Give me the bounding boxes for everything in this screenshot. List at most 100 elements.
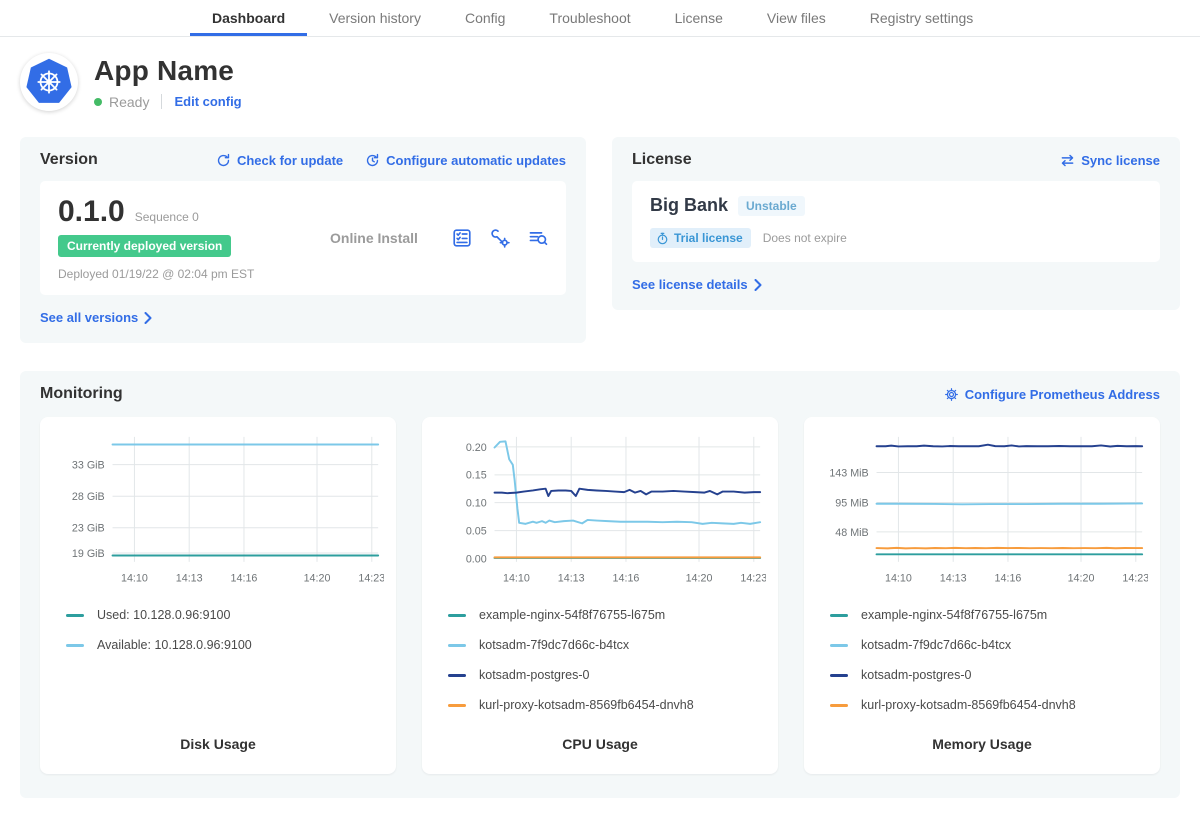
install-type-label: Online Install — [296, 230, 452, 246]
legend-label: kurl-proxy-kotsadm-8569fb6454-dnvh8 — [479, 698, 694, 712]
refresh-icon — [216, 153, 231, 168]
version-card: Version Check for update Configure autom… — [20, 137, 586, 343]
svg-text:0.15: 0.15 — [466, 470, 487, 482]
view-logs-icon[interactable] — [528, 228, 548, 248]
legend-label: kotsadm-7f9dc7d66c-b4tcx — [861, 638, 1011, 652]
page-title: App Name — [94, 55, 242, 87]
configure-prometheus-button[interactable]: Configure Prometheus Address — [944, 387, 1160, 402]
legend-color-dash — [448, 674, 466, 677]
svg-text:14:20: 14:20 — [1068, 572, 1095, 584]
chevron-right-icon — [754, 279, 762, 291]
tab-registry-settings[interactable]: Registry settings — [848, 0, 995, 36]
disk-usage-chart-card: 14:1014:1314:1614:2014:2333 GiB28 GiB23 … — [40, 417, 396, 774]
monitoring-title: Monitoring — [40, 385, 123, 403]
legend-color-dash — [448, 644, 466, 647]
svg-text:14:23: 14:23 — [740, 572, 766, 584]
kubernetes-logo-icon — [20, 53, 78, 111]
legend-item: kotsadm-7f9dc7d66c-b4tcx — [830, 638, 1148, 652]
monitoring-section: Monitoring Configure Prometheus Address … — [20, 371, 1180, 798]
svg-text:23 GiB: 23 GiB — [72, 523, 105, 535]
legend-label: kotsadm-postgres-0 — [479, 668, 589, 682]
deployed-badge: Currently deployed version — [58, 235, 231, 257]
tab-config[interactable]: Config — [443, 0, 527, 36]
chart-svg: 14:1014:1314:1614:2014:230.200.150.100.0… — [434, 431, 766, 589]
svg-text:14:23: 14:23 — [1122, 572, 1148, 584]
see-all-versions-link[interactable]: See all versions — [40, 310, 152, 325]
legend-item: Used: 10.128.0.96:9100 — [66, 608, 384, 622]
svg-text:14:23: 14:23 — [358, 572, 384, 584]
version-number: 0.1.0 — [58, 195, 125, 229]
trial-license-badge: Trial license — [650, 228, 751, 248]
svg-text:0.20: 0.20 — [466, 442, 487, 454]
schedule-update-icon — [365, 153, 380, 168]
legend-label: Available: 10.128.0.96:9100 — [97, 638, 252, 652]
legend-label: example-nginx-54f8f76755-l675m — [479, 608, 665, 622]
check-for-update-button[interactable]: Check for update — [216, 153, 343, 168]
legend-item: kotsadm-postgres-0 — [830, 668, 1148, 682]
gear-icon — [944, 387, 959, 402]
legend-color-dash — [830, 644, 848, 647]
legend-item: kotsadm-7f9dc7d66c-b4tcx — [448, 638, 766, 652]
legend-color-dash — [830, 674, 848, 677]
sync-license-button[interactable]: Sync license — [1060, 153, 1160, 168]
chevron-right-icon — [144, 312, 152, 324]
license-summary-row: Big Bank Unstable Trial license Does not… — [632, 181, 1160, 262]
svg-text:14:20: 14:20 — [304, 572, 331, 584]
svg-text:14:10: 14:10 — [885, 572, 912, 584]
svg-text:14:16: 14:16 — [231, 572, 258, 584]
legend-color-dash — [66, 614, 84, 617]
see-license-details-link[interactable]: See license details — [632, 277, 762, 292]
configure-automatic-updates-button[interactable]: Configure automatic updates — [365, 153, 566, 168]
preflight-checks-icon[interactable] — [452, 228, 472, 248]
version-card-title: Version — [40, 151, 98, 169]
tab-troubleshoot[interactable]: Troubleshoot — [527, 0, 652, 36]
chart-title: Memory Usage — [816, 728, 1148, 762]
legend-label: kotsadm-postgres-0 — [861, 668, 971, 682]
svg-text:95 MiB: 95 MiB — [835, 497, 868, 509]
stopwatch-icon — [656, 232, 669, 245]
legend-color-dash — [830, 704, 848, 707]
tab-view-files[interactable]: View files — [745, 0, 848, 36]
legend-item: kurl-proxy-kotsadm-8569fb6454-dnvh8 — [830, 698, 1148, 712]
cpu-usage-chart-card: 14:1014:1314:1614:2014:230.200.150.100.0… — [422, 417, 778, 774]
memory-usage-legend: example-nginx-54f8f76755-l675m kotsadm-7f… — [816, 608, 1148, 728]
license-card: License Sync license Big Bank Unstable T… — [612, 137, 1180, 310]
troubleshoot-wrench-icon[interactable] — [490, 228, 510, 248]
expiry-label: Does not expire — [763, 231, 847, 245]
legend-color-dash — [830, 614, 848, 617]
legend-item: example-nginx-54f8f76755-l675m — [448, 608, 766, 622]
svg-text:0.00: 0.00 — [466, 553, 487, 565]
memory-usage-chart-card: 14:1014:1314:1614:2014:23143 MiB95 MiB48… — [804, 417, 1160, 774]
svg-text:48 MiB: 48 MiB — [835, 527, 868, 539]
legend-label: kotsadm-7f9dc7d66c-b4tcx — [479, 638, 629, 652]
memory-usage-chart: 14:1014:1314:1614:2014:23143 MiB95 MiB48… — [816, 431, 1148, 594]
deployed-timestamp: Deployed 01/19/22 @ 02:04 pm EST — [58, 267, 296, 281]
tab-license[interactable]: License — [653, 0, 745, 36]
license-card-title: License — [632, 151, 692, 169]
svg-text:0.05: 0.05 — [466, 526, 487, 538]
svg-text:14:10: 14:10 — [121, 572, 148, 584]
svg-text:14:16: 14:16 — [613, 572, 640, 584]
svg-text:19 GiB: 19 GiB — [72, 548, 105, 560]
legend-color-dash — [66, 644, 84, 647]
svg-text:0.10: 0.10 — [466, 498, 487, 510]
legend-color-dash — [448, 614, 466, 617]
svg-text:14:13: 14:13 — [176, 572, 203, 584]
edit-config-link[interactable]: Edit config — [174, 94, 241, 109]
legend-item: example-nginx-54f8f76755-l675m — [830, 608, 1148, 622]
legend-item: Available: 10.128.0.96:9100 — [66, 638, 384, 652]
svg-text:33 GiB: 33 GiB — [72, 459, 105, 471]
legend-label: Used: 10.128.0.96:9100 — [97, 608, 230, 622]
tab-version-history[interactable]: Version history — [307, 0, 443, 36]
sequence-label: Sequence 0 — [135, 210, 199, 224]
legend-color-dash — [448, 704, 466, 707]
chart-svg: 14:1014:1314:1614:2014:2333 GiB28 GiB23 … — [52, 431, 384, 589]
legend-item: kotsadm-postgres-0 — [448, 668, 766, 682]
customer-name: Big Bank — [650, 195, 728, 216]
cpu-usage-chart: 14:1014:1314:1614:2014:230.200.150.100.0… — [434, 431, 766, 594]
disk-usage-legend: Used: 10.128.0.96:9100 Available: 10.128.… — [52, 608, 384, 668]
app-header: App Name Ready Edit config — [20, 53, 1180, 111]
channel-badge: Unstable — [738, 196, 805, 216]
tab-dashboard[interactable]: Dashboard — [190, 0, 307, 36]
chart-title: Disk Usage — [52, 728, 384, 762]
